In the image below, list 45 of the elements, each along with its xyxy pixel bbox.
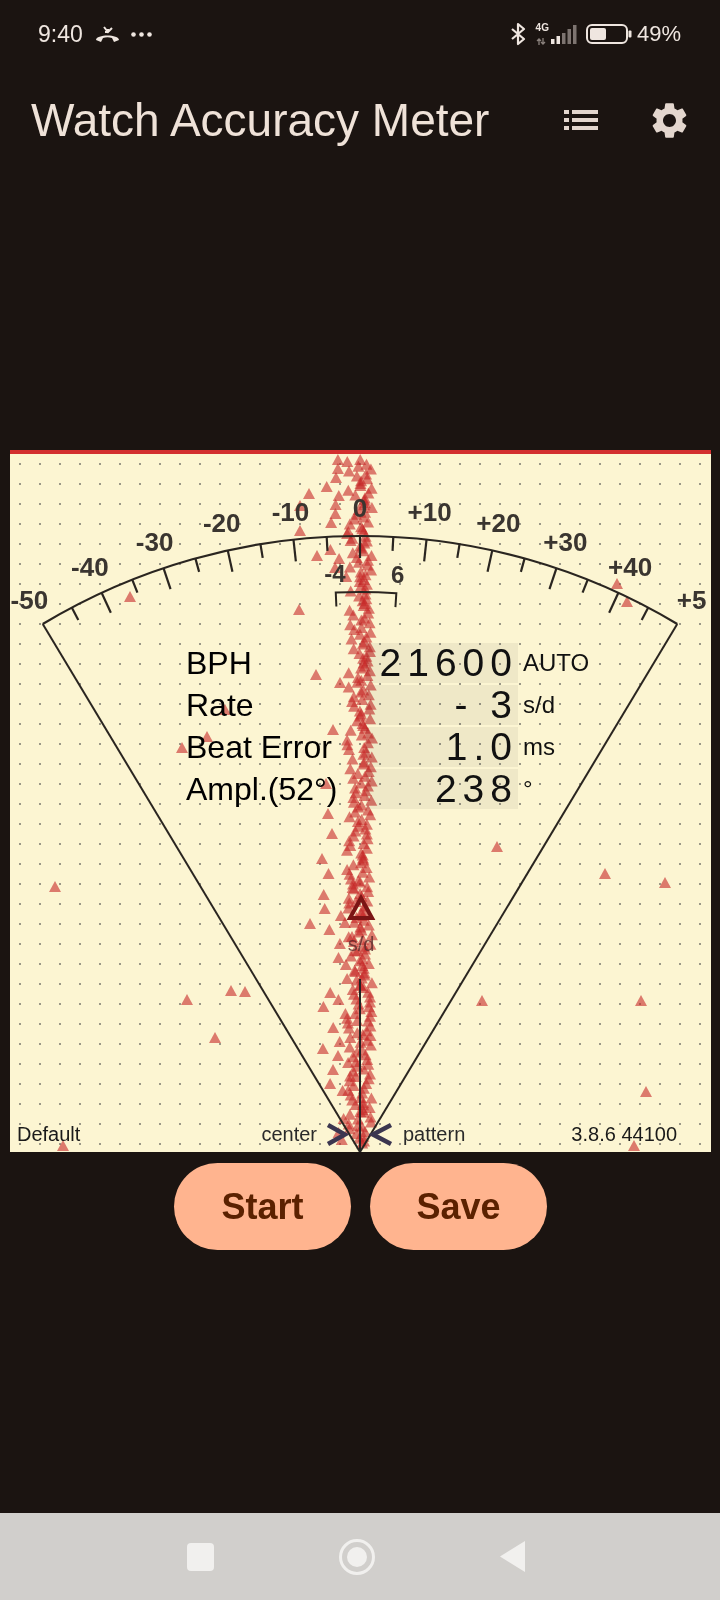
- scale-label: +20: [476, 508, 521, 538]
- more-dots-icon: [130, 31, 152, 37]
- scale-label: -10: [271, 496, 310, 527]
- battery-percent: 49%: [636, 23, 681, 45]
- range-label: 6: [390, 560, 405, 588]
- battery-icon: [585, 24, 632, 44]
- pattern-mode-label[interactable]: pattern: [403, 1122, 466, 1146]
- readout-value: 238: [366, 769, 518, 809]
- data-arrows-icon: [535, 38, 546, 45]
- readout-unit: ms: [523, 732, 555, 762]
- phone-arrow-icon: [94, 25, 120, 43]
- readout-value: 21600: [366, 643, 518, 683]
- scale-label: +30: [543, 526, 588, 557]
- bluetooth-icon: [509, 22, 526, 46]
- scale-label: +10: [407, 496, 452, 527]
- scale-label: -40: [71, 552, 109, 583]
- signal-bars-icon: [550, 24, 577, 44]
- network-type-label: 4G: [535, 23, 549, 33]
- readout-value: - 3: [366, 685, 518, 725]
- center-mode-label[interactable]: center: [261, 1122, 317, 1146]
- triangle-marker-icon: [346, 893, 376, 920]
- scale-label: -50: [10, 585, 49, 615]
- readout-unit: s/d: [523, 690, 555, 720]
- list-icon[interactable]: [564, 110, 598, 130]
- readout-label: BPH: [186, 644, 253, 683]
- chevron-left-icon[interactable]: [369, 1122, 393, 1147]
- scale-label: +40: [608, 552, 653, 583]
- chevron-right-icon[interactable]: [326, 1122, 349, 1147]
- version-label: 3.8.6 44100: [571, 1122, 677, 1146]
- scale-label: -20: [202, 508, 241, 538]
- status-time: 9:40: [38, 22, 83, 46]
- readout-value: 1.0: [366, 727, 518, 767]
- preset-label: Default: [17, 1122, 81, 1146]
- range-bracket: [334, 591, 398, 609]
- action-button[interactable]: Save: [370, 1163, 547, 1250]
- readout-label: Beat Error: [186, 728, 333, 767]
- scale-label: +5: [676, 585, 707, 615]
- action-button[interactable]: Start: [174, 1163, 351, 1250]
- readout-label: Rate: [186, 686, 255, 725]
- readout-label: Ampl.(52°): [186, 770, 339, 809]
- readout-unit: AUTO: [523, 648, 590, 678]
- scale-label: -30: [135, 526, 174, 557]
- readout-unit: °: [523, 774, 533, 804]
- scale-label: 0: [352, 493, 368, 523]
- settings-icon[interactable]: [652, 102, 687, 138]
